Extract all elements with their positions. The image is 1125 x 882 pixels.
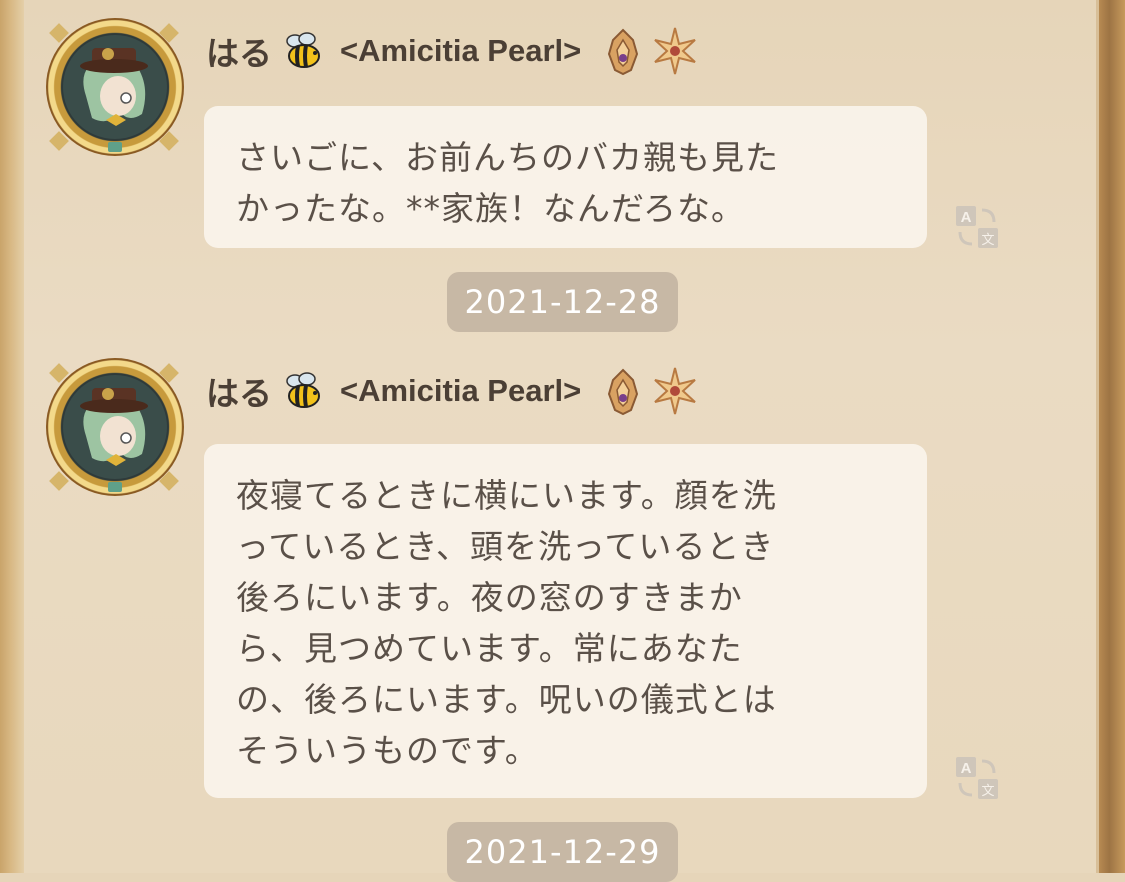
message-header: はる <Amicitia Pearl>: [206, 366, 697, 416]
avatar[interactable]: [46, 358, 184, 496]
bee-icon: [286, 32, 320, 68]
star-crest-icon: [654, 27, 696, 75]
svg-text:A: A: [961, 209, 972, 226]
flame-crest-icon: [608, 28, 639, 76]
left-frame-border: [0, 0, 24, 873]
message-text: さいごに、お前んちのバカ親も見た かったな。**家族！なんだろな。: [236, 138, 780, 228]
guild-name: <Amicitia Pearl>: [340, 373, 582, 408]
right-scroll-edge[interactable]: [1096, 0, 1125, 873]
avatar[interactable]: [46, 18, 184, 156]
svg-text:文: 文: [981, 233, 994, 248]
translate-icon[interactable]: A 文: [954, 755, 1000, 801]
date-separator: 2021-12-29: [447, 822, 678, 882]
message-text: 夜寝てるときに横にいます。顔を洗 っているとき、頭を洗っているとき 後ろにいます…: [236, 476, 777, 770]
message-bubble[interactable]: さいごに、お前んちのバカ親も見た かったな。**家族！なんだろな。: [204, 106, 927, 248]
flame-crest-icon: [608, 368, 639, 416]
svg-text:A: A: [961, 760, 972, 777]
translate-icon[interactable]: A 文: [954, 204, 1000, 250]
chat-log[interactable]: はる <Amicitia Pearl> さいごに、お前んちのバカ親も見た かった…: [24, 0, 1099, 882]
svg-text:文: 文: [981, 784, 994, 799]
bee-icon: [286, 372, 320, 408]
date-separator: 2021-12-28: [447, 272, 678, 332]
star-crest-icon: [654, 367, 696, 415]
sender-name[interactable]: はる: [206, 367, 272, 415]
guild-name: <Amicitia Pearl>: [340, 33, 582, 68]
message-header: はる <Amicitia Pearl>: [206, 26, 697, 76]
message-bubble[interactable]: 夜寝てるときに横にいます。顔を洗 っているとき、頭を洗っているとき 後ろにいます…: [204, 444, 927, 798]
sender-name[interactable]: はる: [206, 27, 272, 75]
